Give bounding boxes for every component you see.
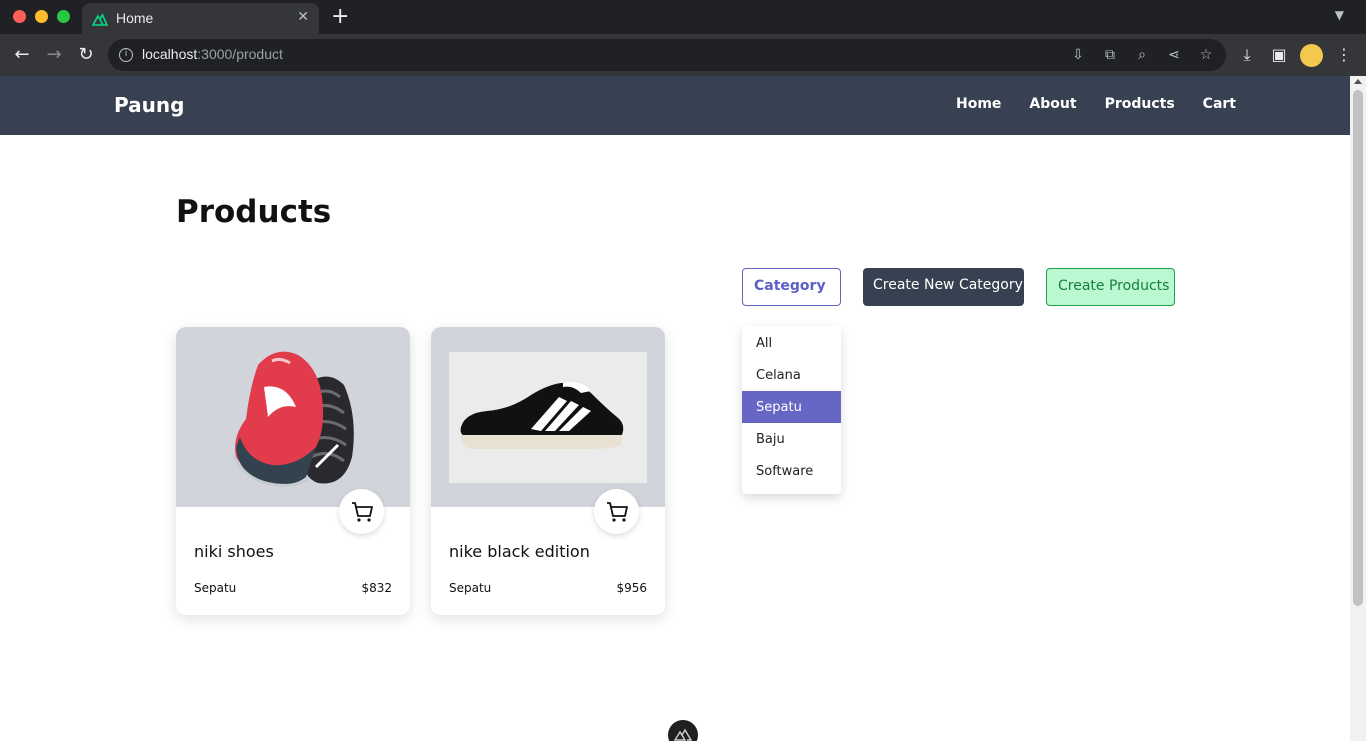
address-bar[interactable]: i localhost:3000/product ⇩ ⧉ ⌕ ⋖ ☆ xyxy=(108,39,1226,71)
product-card[interactable]: nike black edition Sepatu $956 xyxy=(431,327,665,615)
nuxt-devtools-button[interactable] xyxy=(668,720,698,741)
category-option-baju[interactable]: Baju xyxy=(742,423,841,455)
red-sneaker-illustration xyxy=(232,351,354,487)
nav-link-home[interactable]: Home xyxy=(956,96,1001,112)
nav-link-cart[interactable]: Cart xyxy=(1203,96,1236,112)
product-category: Sepatu xyxy=(449,581,492,595)
product-card[interactable]: niki shoes Sepatu $832 xyxy=(176,327,410,615)
tab-search-chevron-icon[interactable]: ▼ xyxy=(1335,8,1344,22)
product-price: $832 xyxy=(361,581,392,595)
cart-icon xyxy=(352,502,373,522)
back-arrow-icon[interactable]: ← xyxy=(11,44,33,65)
nav-links: Home About Products Cart xyxy=(956,96,1236,112)
browser-menu-icon[interactable]: ⋮ xyxy=(1335,45,1353,64)
black-sneaker-illustration xyxy=(449,352,647,483)
category-option-all[interactable]: All xyxy=(742,327,841,359)
close-window-button[interactable] xyxy=(13,10,26,23)
cart-icon xyxy=(607,502,628,522)
maximize-window-button[interactable] xyxy=(57,10,70,23)
product-image[interactable] xyxy=(176,327,410,507)
browser-tab-bar: Home ✕ + ▼ xyxy=(0,0,1366,34)
nuxt-logo-icon xyxy=(92,13,108,26)
translate-icon[interactable]: ⧉ xyxy=(1102,47,1118,63)
category-option-celana[interactable]: Celana xyxy=(742,359,841,391)
reload-icon[interactable]: ↻ xyxy=(75,44,97,65)
page-scrollbar[interactable] xyxy=(1350,76,1366,741)
bookmark-star-icon[interactable]: ☆ xyxy=(1198,47,1214,63)
category-dropdown: All Celana Sepatu Baju Software xyxy=(742,326,841,494)
zoom-icon[interactable]: ⌕ xyxy=(1134,47,1150,63)
nav-link-about[interactable]: About xyxy=(1029,96,1076,112)
url-host: localhost xyxy=(142,46,198,62)
site-navbar: Paung Home About Products Cart xyxy=(0,76,1350,135)
create-new-category-button[interactable]: Create New Category xyxy=(863,268,1024,306)
product-image[interactable] xyxy=(431,327,665,507)
nav-link-products[interactable]: Products xyxy=(1105,96,1175,112)
product-name: nike black edition xyxy=(449,542,590,561)
minimize-window-button[interactable] xyxy=(35,10,48,23)
download-icon[interactable]: ⤓ xyxy=(1238,45,1256,65)
category-option-software[interactable]: Software xyxy=(742,455,841,487)
brand-logo[interactable]: Paung xyxy=(114,93,184,117)
scrollbar-thumb[interactable] xyxy=(1353,90,1363,606)
share-icon[interactable]: ⋖ xyxy=(1166,47,1182,63)
profile-avatar[interactable] xyxy=(1300,44,1323,67)
install-app-icon[interactable]: ⇩ xyxy=(1070,47,1086,63)
page-title: Products xyxy=(176,194,332,230)
forward-arrow-icon[interactable]: → xyxy=(43,44,65,65)
new-tab-button[interactable]: + xyxy=(331,4,349,29)
product-category: Sepatu xyxy=(194,581,237,595)
url-path: :3000/product xyxy=(197,46,283,62)
product-price: $956 xyxy=(616,581,647,595)
url-text[interactable]: localhost:3000/product xyxy=(142,46,283,62)
product-name: niki shoes xyxy=(194,542,274,561)
category-button[interactable]: Category xyxy=(742,268,841,306)
side-panel-icon[interactable]: ▣ xyxy=(1270,45,1288,64)
browser-toolbar: ← → ↻ i localhost:3000/product ⇩ ⧉ ⌕ ⋖ ☆… xyxy=(0,34,1366,76)
page-content: Paung Home About Products Cart Products … xyxy=(0,76,1350,741)
close-tab-icon[interactable]: ✕ xyxy=(297,9,309,25)
add-to-cart-button[interactable] xyxy=(594,489,639,534)
scroll-up-arrow-icon[interactable] xyxy=(1354,79,1362,84)
nuxt-logo-icon xyxy=(673,728,693,741)
add-to-cart-button[interactable] xyxy=(339,489,384,534)
browser-tab[interactable]: Home ✕ xyxy=(82,3,319,34)
site-info-icon[interactable]: i xyxy=(119,48,133,62)
create-products-button[interactable]: Create Products xyxy=(1046,268,1175,306)
category-option-sepatu[interactable]: Sepatu xyxy=(742,391,841,423)
tab-title: Home xyxy=(116,10,154,26)
